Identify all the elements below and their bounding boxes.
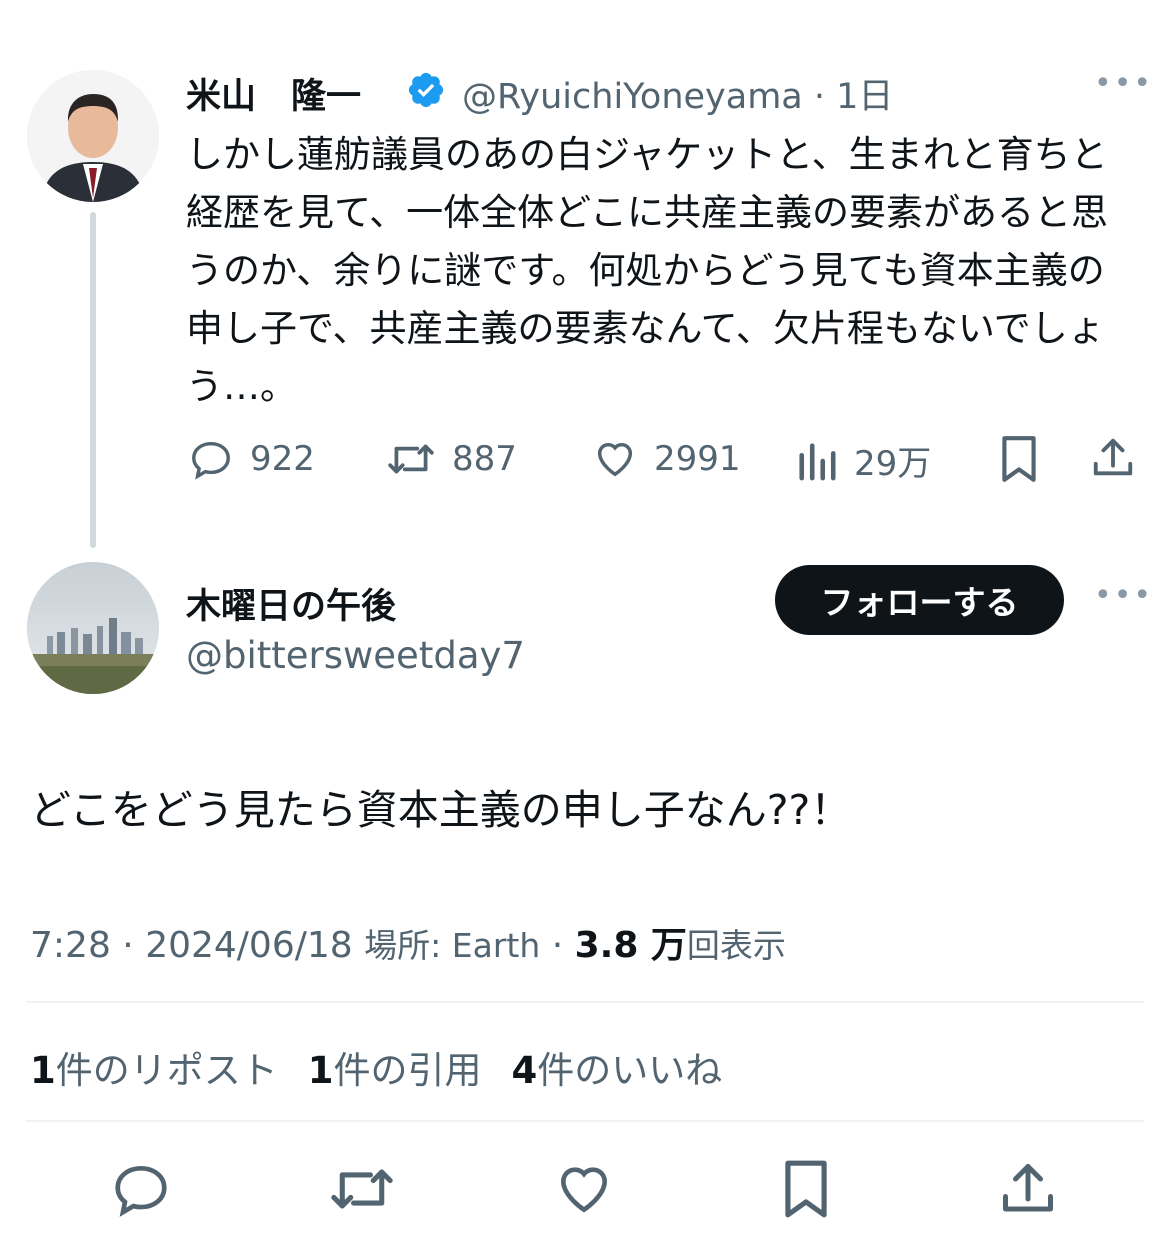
view-count: 3.8 万 [574, 925, 687, 966]
cityscape-avatar-image [27, 562, 159, 694]
original-author-name[interactable]: 米山 隆一 [186, 68, 361, 119]
person-avatar-image [27, 70, 159, 202]
engagement-stats: 1件のリポスト 1件の引用 4件のいいね [30, 1040, 722, 1094]
reply-author-handle[interactable]: @bittersweetday7 [186, 634, 525, 677]
bookmark-icon [785, 1160, 827, 1218]
bookmark-icon [1002, 436, 1036, 482]
more-icon[interactable]: ••• [1094, 66, 1153, 101]
share-button[interactable] [1090, 434, 1136, 482]
reposts-stat[interactable]: 1件のリポスト [30, 1049, 278, 1092]
divider [26, 1120, 1144, 1122]
tweet-time: 1日 [836, 77, 894, 117]
reposts-count: 1 [30, 1049, 56, 1092]
likes-label: 件のいいね [537, 1049, 723, 1092]
original-author-handle[interactable]: @RyuichiYoneyama · 1日 [462, 68, 893, 119]
bookmark-button[interactable] [780, 1158, 832, 1224]
handle-text: @RyuichiYoneyama [462, 77, 803, 117]
retweet-icon [388, 444, 434, 474]
views-button[interactable]: 29万 [796, 436, 931, 485]
like-button[interactable] [553, 1158, 615, 1224]
tweet-location: 場所: Earth [364, 926, 541, 965]
tweet-date[interactable]: 2024/06/18 [145, 925, 353, 966]
thread-connector-line [90, 212, 96, 548]
tweet-time[interactable]: 7:28 [30, 925, 111, 966]
reposts-label: 件のリポスト [55, 1049, 278, 1092]
reply-count: 922 [250, 439, 315, 479]
share-icon [1093, 438, 1133, 476]
bookmark-button[interactable] [997, 434, 1041, 484]
reply-author-name[interactable]: 木曜日の午後 [186, 578, 396, 629]
views-count: 29万 [854, 444, 932, 484]
tweet-metadata: 7:28 · 2024/06/18 場所: Earth · 3.8 万回表示 [30, 916, 786, 968]
retweet-button[interactable]: 887 [386, 436, 517, 482]
separator-dot: · [802, 77, 837, 117]
views-icon [799, 442, 836, 480]
quotes-stat[interactable]: 1件の引用 [308, 1049, 482, 1092]
retweet-button[interactable] [328, 1158, 396, 1224]
reply-button[interactable] [110, 1158, 172, 1224]
like-count: 2991 [654, 439, 741, 479]
like-button[interactable]: 2991 [592, 436, 741, 482]
reply-icon [192, 441, 230, 480]
likes-stat[interactable]: 4件のいいね [512, 1049, 723, 1092]
quotes-count: 1 [307, 1049, 334, 1092]
verified-badge-icon [406, 70, 446, 114]
original-tweet-text: しかし蓮舫議員のあの白ジャケットと、生まれと育ちと経歴を見て、一体全体どこに共産… [186, 133, 1109, 408]
reply-tweet-text: どこをどう見たら資本主義の申し子なん??！ [30, 786, 852, 834]
like-icon [597, 442, 633, 477]
share-button[interactable] [998, 1158, 1058, 1224]
share-icon [1003, 1164, 1053, 1212]
reply-author-avatar[interactable] [27, 562, 159, 694]
original-author-avatar[interactable] [27, 70, 159, 202]
likes-count: 4 [511, 1049, 538, 1092]
quotes-label: 件の引用 [333, 1049, 482, 1092]
divider [26, 1001, 1144, 1003]
follow-button[interactable]: フォローする [775, 565, 1064, 635]
retweet-count: 887 [452, 439, 517, 479]
view-label: 回表示 [686, 926, 786, 965]
separator-dot: · [110, 925, 146, 966]
retweet-icon [331, 1169, 393, 1209]
like-icon [561, 1167, 607, 1213]
reply-button[interactable]: 922 [188, 436, 315, 482]
reply-icon [115, 1166, 167, 1217]
separator-dot: · [540, 925, 575, 966]
more-icon[interactable]: ••• [1094, 578, 1153, 613]
